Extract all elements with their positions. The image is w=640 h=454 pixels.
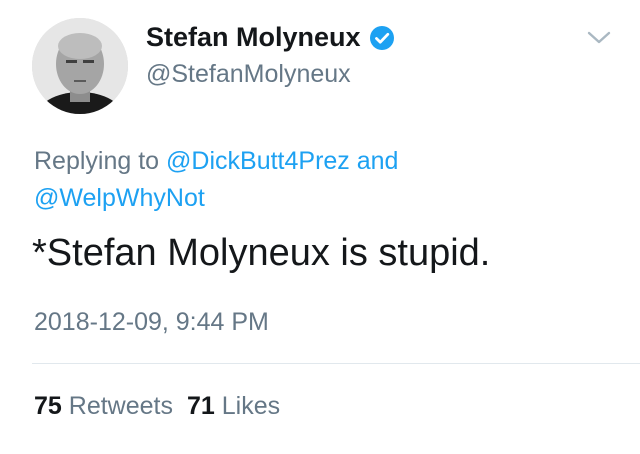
tweet-text: *Stefan Molyneux is stupid. (32, 232, 491, 274)
tweet-timestamp[interactable]: 2018-12-09, 9:44 PM (34, 308, 269, 337)
avatar-image (32, 18, 128, 114)
author-handle[interactable]: @StefanMolyneux (146, 60, 351, 89)
tweet-card: Stefan Molyneux @StefanMolyneux Replying… (0, 0, 640, 454)
reply-mention-link[interactable]: @DickButt4Prez (166, 147, 350, 175)
replying-to-label: Replying to (34, 147, 160, 175)
likes-count: 71 (186, 392, 215, 420)
tweet-stats: 75 Retweets 71 Likes (34, 392, 280, 421)
retweets-count: 75 (34, 392, 62, 420)
author-name-row: Stefan Molyneux (146, 22, 395, 53)
avatar[interactable] (32, 18, 128, 114)
replying-to: Replying to @DickButt4Prez and @WelpWhyN… (34, 143, 594, 217)
likes-label: Likes (221, 392, 281, 420)
chevron-down-icon[interactable] (584, 26, 614, 48)
retweets-label: Retweets (68, 392, 173, 420)
reply-conjunction: and (356, 147, 399, 175)
likes-stat[interactable]: 71 Likes (187, 392, 280, 421)
divider (32, 363, 640, 364)
retweets-stat[interactable]: 75 Retweets (34, 392, 173, 421)
verified-badge-icon (369, 25, 395, 51)
author-display-name[interactable]: Stefan Molyneux (146, 22, 361, 53)
reply-mention-link[interactable]: @WelpWhyNot (34, 184, 205, 212)
